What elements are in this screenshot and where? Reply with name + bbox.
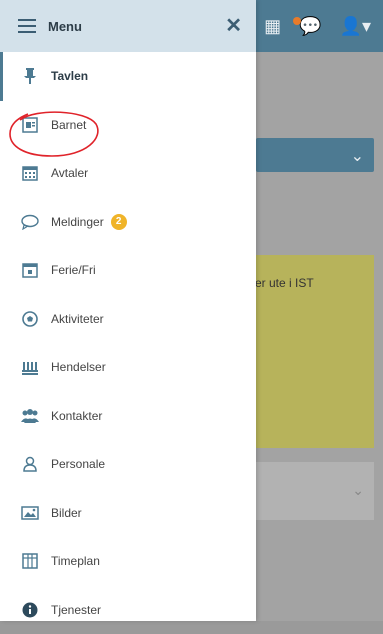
menu-item-hendelser[interactable]: Hendelser	[0, 343, 256, 392]
menu-item-label: Barnet	[51, 118, 86, 132]
menu-item-label: Bilder	[51, 506, 82, 520]
menu-list: Tavlen Barnet Avtaler Meldinger 2 Feri	[0, 52, 256, 634]
menu-item-ferie-fri[interactable]: Ferie/Fri	[0, 246, 256, 295]
notice-text: er ute i IST	[255, 276, 314, 290]
menu-item-timeplan[interactable]: Timeplan	[0, 537, 256, 586]
info-icon	[20, 600, 40, 620]
close-icon[interactable]: ✕	[225, 16, 242, 36]
menu-item-avtaler[interactable]: Avtaler	[0, 149, 256, 198]
user-icon[interactable]: 👤▾	[340, 17, 371, 35]
menu-item-bilder[interactable]: Bilder	[0, 489, 256, 538]
drawer-header: Menu ✕	[0, 0, 256, 52]
unread-badge: 2	[111, 214, 127, 230]
menu-item-tavlen[interactable]: Tavlen	[0, 52, 256, 101]
menu-item-label: Aktiviteter	[51, 312, 104, 326]
menu-item-label: Meldinger	[51, 215, 104, 229]
menu-item-aktiviteter[interactable]: Aktiviteter	[0, 295, 256, 344]
image-icon	[20, 503, 40, 523]
menu-item-barnet[interactable]: Barnet	[0, 101, 256, 150]
calendar-icon	[20, 163, 40, 183]
menu-item-label: Timeplan	[51, 554, 100, 568]
menu-item-tjenester[interactable]: Tjenester	[0, 586, 256, 634]
menu-item-meldinger[interactable]: Meldinger 2	[0, 198, 256, 247]
contacts-icon	[20, 406, 40, 426]
chevron-down-icon: ⌄	[351, 146, 364, 166]
child-card-icon	[20, 115, 40, 135]
menu-title: Menu	[48, 19, 225, 34]
menu-item-label: Hendelser	[51, 360, 106, 374]
events-icon	[20, 357, 40, 377]
speech-bubble-icon	[20, 212, 40, 232]
menu-item-label: Personale	[51, 457, 105, 471]
chat-icon[interactable]: 💬	[299, 17, 321, 35]
hamburger-icon[interactable]	[18, 19, 36, 33]
menu-item-personale[interactable]: Personale	[0, 440, 256, 489]
timetable-icon	[20, 551, 40, 571]
menu-item-label: Ferie/Fri	[51, 263, 96, 277]
chevron-down-icon: ⌄	[352, 482, 364, 499]
navigation-drawer: Menu ✕ Tavlen Barnet Avtaler Meldinger	[0, 0, 256, 621]
notification-dot	[293, 17, 301, 25]
menu-item-label: Avtaler	[51, 166, 88, 180]
menu-item-label: Kontakter	[51, 409, 102, 423]
calendar-icon[interactable]: ▦	[264, 17, 281, 35]
menu-item-kontakter[interactable]: Kontakter	[0, 392, 256, 441]
pin-icon	[20, 66, 40, 86]
calendar-check-icon	[20, 260, 40, 280]
child-selector[interactable]: ⌄	[256, 138, 374, 172]
menu-item-label: Tjenester	[51, 603, 101, 617]
person-icon	[20, 454, 40, 474]
collapsed-card[interactable]: ⌄	[256, 462, 374, 520]
top-bar-icons: ▦ 💬 👤▾	[258, 0, 383, 52]
menu-item-label: Tavlen	[51, 69, 88, 83]
soccer-ball-icon	[20, 309, 40, 329]
